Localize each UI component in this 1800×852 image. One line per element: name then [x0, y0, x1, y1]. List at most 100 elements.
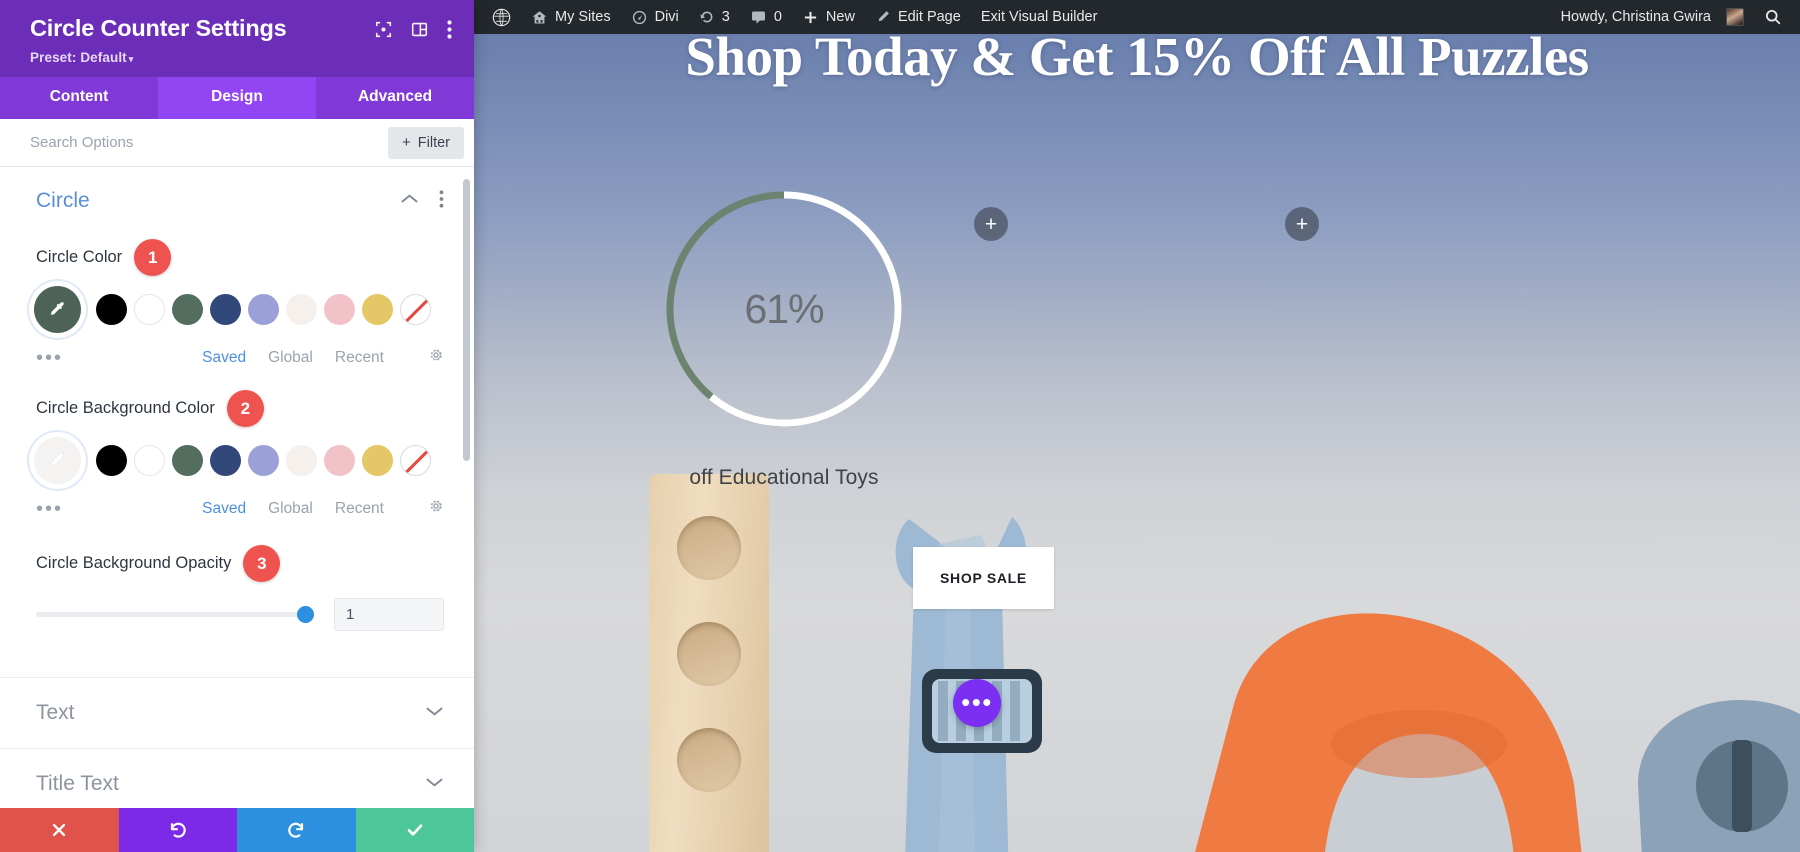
field-circle-background-opacity: Circle Background Opacity 3 1	[0, 545, 474, 631]
swatch-none[interactable]	[400, 445, 431, 476]
admin-bar-wordpress-logo[interactable]	[482, 0, 521, 34]
admin-bar-comments[interactable]: 0	[740, 0, 792, 34]
settings-scroll-area: Circle Circle Color 1 ••• Saved Global R…	[0, 167, 474, 808]
search-input[interactable]	[30, 134, 388, 151]
check-icon	[407, 824, 423, 836]
link-recent[interactable]: Recent	[335, 500, 384, 518]
section-title-text[interactable]: Title Text	[0, 748, 474, 808]
tab-design[interactable]: Design	[158, 77, 316, 119]
cancel-button[interactable]	[0, 808, 119, 852]
visual-builder-preview: Shop Today & Get 15% Off All Puzzles 61%…	[474, 34, 1800, 852]
fullscreen-icon[interactable]	[375, 21, 392, 43]
swatch-pink[interactable]	[324, 445, 355, 476]
swatch-pink[interactable]	[324, 294, 355, 325]
opacity-value-input[interactable]: 1	[334, 598, 444, 631]
color-source-row-2: ••• Saved Global Recent	[0, 498, 474, 519]
swatch-sage[interactable]	[172, 445, 203, 476]
link-recent[interactable]: Recent	[335, 349, 384, 367]
admin-bar-new[interactable]: New	[792, 0, 865, 34]
admin-bar-account[interactable]: Howdy, Christina Gwira	[1551, 0, 1754, 34]
section-title: Text	[36, 701, 75, 724]
more-options-dots[interactable]: •••	[36, 499, 63, 519]
admin-bar-label: Exit Visual Builder	[980, 9, 1098, 25]
link-global[interactable]: Global	[268, 500, 313, 518]
save-button[interactable]	[355, 808, 474, 852]
admin-bar-my-sites[interactable]: My Sites	[521, 0, 621, 34]
link-global[interactable]: Global	[268, 349, 313, 367]
filter-button[interactable]: + Filter	[388, 126, 464, 159]
preset-label: Preset: Default	[30, 50, 127, 65]
preset-selector[interactable]: Preset: Default ▾	[30, 50, 452, 65]
scrollbar-thumb[interactable]	[463, 179, 470, 461]
swatch-gold[interactable]	[362, 445, 393, 476]
swatch-lavender[interactable]	[248, 294, 279, 325]
panel-footer	[0, 808, 474, 852]
section-menu-icon[interactable]	[439, 189, 444, 213]
redo-icon	[288, 822, 304, 838]
link-saved[interactable]: Saved	[202, 349, 246, 367]
undo-button[interactable]	[118, 808, 237, 852]
undo-icon	[170, 822, 186, 838]
chevron-down-icon[interactable]	[425, 704, 444, 722]
circle-counter-settings-panel: Circle Counter Settings Preset: Default …	[0, 0, 474, 852]
swatch-gold[interactable]	[362, 294, 393, 325]
swatch-off-white[interactable]	[286, 294, 317, 325]
swatch-off-white[interactable]	[286, 445, 317, 476]
section-header-circle[interactable]: Circle	[0, 167, 474, 217]
redo-button[interactable]	[237, 808, 356, 852]
swatch-sage[interactable]	[172, 294, 203, 325]
wordpress-admin-bar: My Sites Divi 3 0 New Edit Page Exit Vis…	[474, 0, 1800, 34]
eyedropper-icon	[50, 301, 64, 315]
admin-bar-label: 0	[773, 9, 782, 25]
selected-color-swatch-eyedropper[interactable]	[34, 286, 81, 333]
admin-bar-label: Edit Page	[897, 9, 961, 25]
swatch-black[interactable]	[96, 445, 127, 476]
gear-icon[interactable]	[428, 498, 444, 519]
tab-advanced[interactable]: Advanced	[316, 77, 474, 119]
panel-title: Circle Counter Settings	[30, 15, 287, 41]
swatch-lavender[interactable]	[248, 445, 279, 476]
tab-content[interactable]: Content	[0, 77, 158, 119]
selected-color-swatch-eyedropper[interactable]	[34, 437, 81, 484]
shop-sale-button[interactable]: SHOP SALE	[913, 547, 1054, 609]
swatch-none[interactable]	[400, 294, 431, 325]
more-options-dots[interactable]: •••	[36, 348, 63, 368]
layout-icon[interactable]	[411, 21, 428, 43]
circle-counter-graphic: 61%	[651, 176, 917, 442]
slider-knob[interactable]	[297, 606, 314, 623]
background-photo-gray-tool	[1638, 700, 1800, 852]
chevron-up-icon[interactable]	[400, 192, 419, 210]
scrollbar-track[interactable]	[463, 173, 472, 808]
admin-bar-divi[interactable]: Divi	[621, 0, 689, 34]
pencil-icon	[878, 11, 889, 22]
panel-tabs: Content Design Advanced	[0, 77, 474, 119]
admin-bar-updates[interactable]: 3	[689, 0, 740, 34]
add-module-button-left[interactable]: +	[974, 207, 1008, 241]
swatch-navy[interactable]	[210, 445, 241, 476]
gear-icon[interactable]	[428, 347, 444, 368]
admin-bar-search[interactable]	[1754, 0, 1800, 34]
admin-bar-label: 3	[721, 9, 730, 25]
more-vertical-icon[interactable]	[447, 20, 452, 44]
swatch-navy[interactable]	[210, 294, 241, 325]
swatch-black[interactable]	[96, 294, 127, 325]
swatch-white[interactable]	[134, 445, 165, 476]
section-title: Title Text	[36, 772, 119, 795]
opacity-slider[interactable]	[36, 605, 314, 625]
plus-icon: +	[402, 134, 411, 151]
section-text[interactable]: Text	[0, 677, 474, 748]
section-title: Circle	[36, 189, 90, 212]
chevron-down-icon[interactable]	[425, 775, 444, 793]
plus-icon	[804, 11, 817, 23]
add-module-button-right[interactable]: +	[1285, 207, 1319, 241]
circle-counter-module[interactable]: 61% off Educational Toys	[634, 176, 934, 490]
admin-bar-edit-page[interactable]: Edit Page	[865, 0, 971, 34]
admin-bar-label: My Sites	[555, 9, 611, 25]
link-saved[interactable]: Saved	[202, 500, 246, 518]
circle-percent-label: 61%	[744, 285, 824, 332]
eyedropper-icon	[50, 452, 64, 466]
background-photo-orange-tool	[1195, 613, 1582, 852]
admin-bar-exit-visual-builder[interactable]: Exit Visual Builder	[971, 0, 1108, 34]
swatch-white[interactable]	[134, 294, 165, 325]
module-settings-ellipsis-button[interactable]: •••	[953, 679, 1001, 727]
